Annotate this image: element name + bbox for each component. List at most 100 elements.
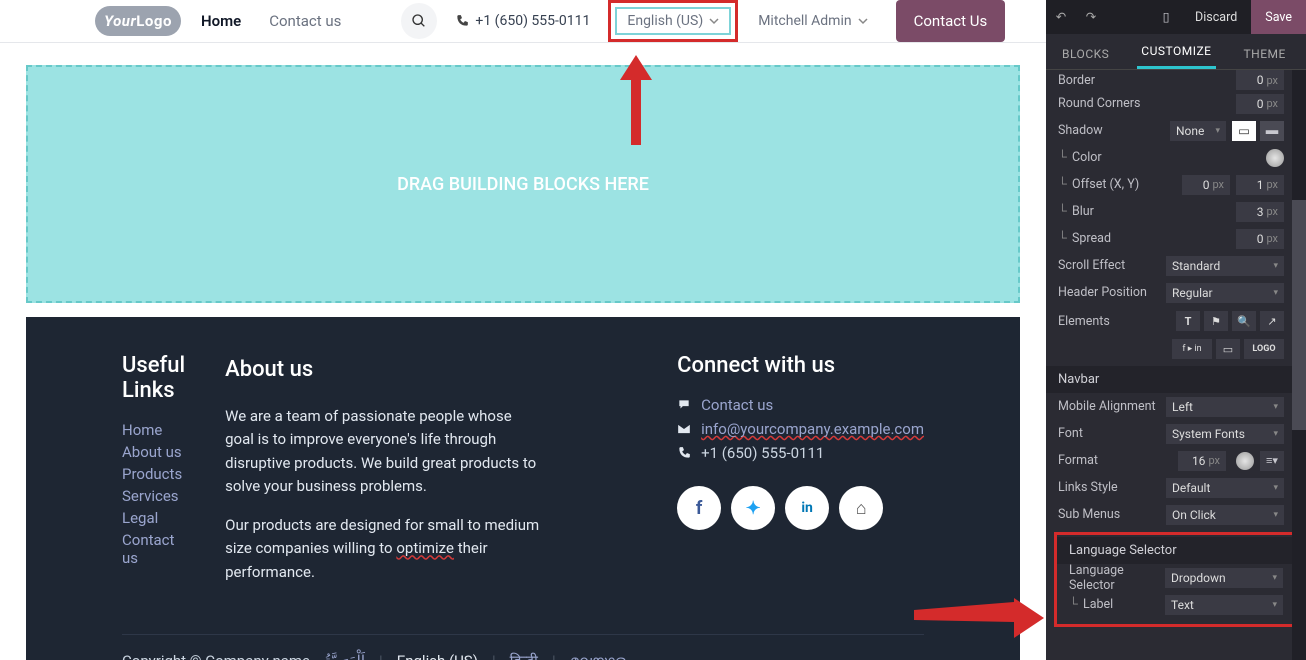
about-paragraph-2: Our products are designed for small to m… <box>225 514 541 584</box>
twitter-icon: ✦ <box>746 498 761 519</box>
connect-email-link[interactable]: info@yourcompany.example.com <box>701 420 924 438</box>
useful-links-title: Useful Links <box>122 353 185 403</box>
mobile-preview-button[interactable]: ▯ <box>1151 9 1181 25</box>
nav-contact-us[interactable]: Contact us <box>261 6 349 36</box>
row-lang-label: Label Text <box>1057 591 1295 618</box>
social-home[interactable]: ⌂ <box>839 486 883 530</box>
tab-theme[interactable]: THEME <box>1240 39 1290 69</box>
label-shadow-color: Color <box>1058 150 1262 165</box>
social-twitter[interactable]: ✦ <box>731 486 775 530</box>
select-sub-menus[interactable]: On Click <box>1166 505 1284 525</box>
footer-lang-hi[interactable]: हिन्दी <box>510 651 538 660</box>
shadow-inset-button[interactable]: ▬ <box>1260 121 1284 141</box>
select-shadow[interactable]: None <box>1170 121 1226 141</box>
footer-lang-en[interactable]: English (US) <box>397 652 478 660</box>
language-current: English (US) <box>627 13 703 29</box>
input-shadow-spread[interactable]: 0px <box>1236 229 1284 249</box>
section-navbar: Navbar <box>1046 366 1306 393</box>
label-format: Format <box>1058 453 1178 468</box>
highlight-language-selector: English (US) <box>608 0 738 42</box>
select-links-style[interactable]: Default <box>1166 478 1284 498</box>
row-elements-1: Elements T ⚑ 🔍 ↗ <box>1046 306 1306 336</box>
scrollbar-track[interactable] <box>1292 70 1306 660</box>
row-header-position: Header Position Regular <box>1046 279 1306 306</box>
element-cta-toggle[interactable]: ▭ <box>1216 339 1240 359</box>
sidepanel-body[interactable]: Border 0px Round Corners 0px Shadow None… <box>1046 70 1306 660</box>
footer-link-about[interactable]: About us <box>122 443 185 461</box>
user-menu[interactable]: Mitchell Admin <box>758 13 867 29</box>
envelope-icon <box>677 422 691 436</box>
social-linkedin[interactable]: in <box>785 486 829 530</box>
about-paragraph-1: We are a team of passionate people whose… <box>225 405 541 498</box>
row-format: Format 16px ≡▾ <box>1046 447 1306 474</box>
search-icon <box>411 13 427 29</box>
sidepanel-topbar: ↶ ↷ ▯ Discard Save <box>1046 0 1306 34</box>
element-search-toggle[interactable]: 🔍 <box>1232 311 1256 331</box>
row-shadow-spread: Spread 0px <box>1046 225 1306 252</box>
connect-phone: +1 (650) 555-0111 <box>701 444 824 462</box>
footer-link-home[interactable]: Home <box>122 421 185 439</box>
select-mobile-alignment[interactable]: Left <box>1166 397 1284 417</box>
connect-phone-row: +1 (650) 555-0111 <box>677 444 924 462</box>
connect-contact-link[interactable]: Contact us <box>701 396 773 414</box>
shadow-outset-button[interactable]: ▭ <box>1232 121 1256 141</box>
select-lang-label[interactable]: Text <box>1165 595 1283 615</box>
connect-email-row: info@yourcompany.example.com <box>677 420 924 438</box>
element-logo-toggle[interactable]: LOGO <box>1244 339 1284 359</box>
footer-link-products[interactable]: Products <box>122 465 185 483</box>
drop-zone[interactable]: DRAG BUILDING BLOCKS HERE <box>26 65 1020 303</box>
element-social-toggle[interactable]: f ▸ in <box>1172 339 1212 359</box>
footer-link-legal[interactable]: Legal <box>122 509 185 527</box>
row-round-corners: Round Corners 0px <box>1046 90 1306 117</box>
input-offset-x[interactable]: 0px <box>1182 175 1230 195</box>
social-facebook[interactable]: f <box>677 486 721 530</box>
input-border[interactable]: 0px <box>1236 70 1284 90</box>
select-header-position[interactable]: Regular <box>1166 283 1284 303</box>
element-text-toggle[interactable]: T <box>1176 311 1200 331</box>
header-phone[interactable]: +1 (650) 555-0111 <box>455 13 590 29</box>
input-shadow-blur[interactable]: 3px <box>1236 202 1284 222</box>
row-font: Font System Fonts <box>1046 420 1306 447</box>
nav-home[interactable]: Home <box>193 6 249 36</box>
user-name: Mitchell Admin <box>758 13 851 29</box>
select-scroll-effect[interactable]: Standard <box>1166 256 1284 276</box>
facebook-icon: f <box>696 498 702 519</box>
spell-marker: optimize <box>396 539 454 557</box>
shadow-color-picker[interactable] <box>1266 149 1284 167</box>
about-title: About us <box>225 353 541 387</box>
footer-lang-ar[interactable]: اَلْعَرَبِيَّةُ <box>324 652 365 660</box>
font-color-picker[interactable] <box>1236 452 1254 470</box>
site-logo[interactable]: YourLogo <box>95 6 181 36</box>
input-font-size[interactable]: 16px <box>1178 451 1226 471</box>
section-language-selector: Language Selector <box>1057 537 1295 564</box>
select-lang-selector[interactable]: Dropdown <box>1165 568 1283 588</box>
redo-button[interactable]: ↷ <box>1076 9 1106 25</box>
label-border: Border <box>1058 73 1236 88</box>
element-flag-toggle[interactable]: ⚑ <box>1204 311 1228 331</box>
row-elements-2: f ▸ in ▭ LOGO <box>1046 336 1306 362</box>
language-selector[interactable]: English (US) <box>615 7 731 35</box>
speech-icon <box>677 398 691 412</box>
search-button[interactable] <box>401 3 437 39</box>
row-shadow-blur: Blur 3px <box>1046 198 1306 225</box>
contact-us-button[interactable]: Contact Us <box>896 0 1006 42</box>
scrollbar-thumb[interactable] <box>1292 200 1306 430</box>
element-share-toggle[interactable]: ↗ <box>1260 311 1284 331</box>
undo-button[interactable]: ↶ <box>1046 9 1076 25</box>
footer-link-services[interactable]: Services <box>122 487 185 505</box>
page-canvas: DRAG BUILDING BLOCKS HERE Useful Links H… <box>0 43 1046 660</box>
tab-blocks[interactable]: BLOCKS <box>1058 39 1113 69</box>
footer-link-contact[interactable]: Contact us <box>122 531 185 567</box>
select-font[interactable]: System Fonts <box>1166 424 1284 444</box>
align-button[interactable]: ≡▾ <box>1260 451 1284 471</box>
input-round-corners[interactable]: 0px <box>1236 94 1284 114</box>
row-links-style: Links Style Default <box>1046 474 1306 501</box>
tab-customize[interactable]: CUSTOMIZE <box>1137 36 1215 69</box>
discard-button[interactable]: Discard <box>1181 0 1251 34</box>
save-button[interactable]: Save <box>1251 0 1306 34</box>
footer-lang-ml[interactable]: മലയാളം <box>570 652 632 660</box>
home-icon: ⌂ <box>856 498 867 519</box>
site-header: YourLogo Home Contact us +1 (650) 555-01… <box>0 0 1046 43</box>
sidepanel-tabs: BLOCKS CUSTOMIZE THEME <box>1046 34 1306 70</box>
input-offset-y[interactable]: 1px <box>1236 175 1284 195</box>
